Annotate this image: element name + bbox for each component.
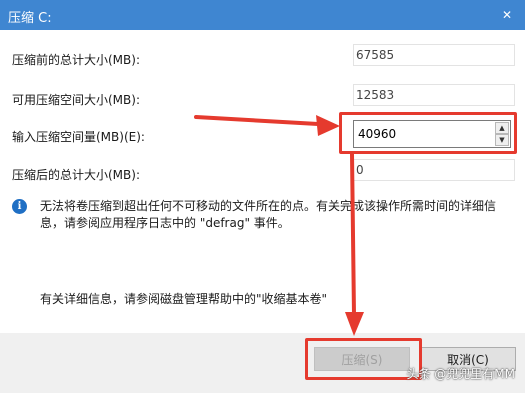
annotation-highlight-shrink [305,338,422,380]
watermark: 头条 @兜兜里有MM [406,367,515,381]
button-bar: 压缩(S) 取消(C) [0,333,525,393]
close-button[interactable]: ✕ [489,0,525,30]
total-after-value: 0 [353,159,515,181]
annotation-highlight-input [339,112,517,154]
annotation-arrowhead-input [316,115,340,136]
window-title: 压缩 C: [8,11,52,26]
info-message: 无法将卷压缩到超出任何不可移动的文件所在的点。有关完成该操作所需时间的详细信息，… [40,199,497,230]
total-before-label: 压缩前的总计大小(MB): [12,53,140,67]
annotation-arrow-to-input [194,115,320,126]
close-icon: ✕ [501,8,513,22]
help-text: 有关详细信息，请参阅磁盘管理帮助中的"收缩基本卷" [40,292,328,306]
available-space-label: 可用压缩空间大小(MB): [12,93,140,107]
shrink-amount-label: 输入压缩空间量(MB)(E): [12,130,145,144]
total-after-label: 压缩后的总计大小(MB): [12,168,140,182]
available-space-value: 12583 [353,84,515,106]
total-before-value: 67585 [353,44,515,66]
info-icon: i [12,199,27,214]
title-bar: 压缩 C: ✕ [0,0,525,30]
